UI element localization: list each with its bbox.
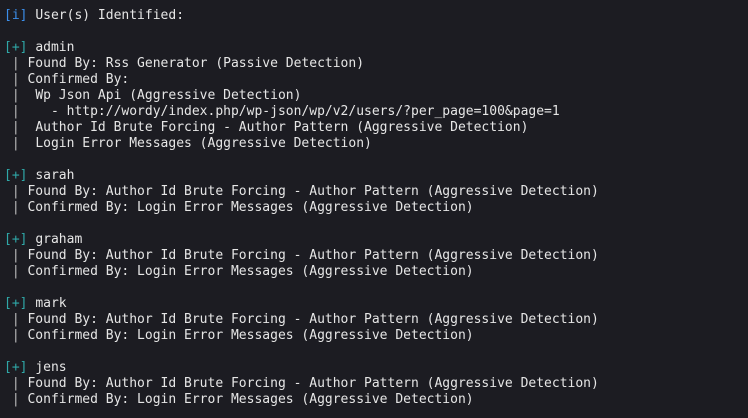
tree-prefix: | — [4, 376, 28, 391]
detail-text: Found By: Author Id Brute Forcing - Auth… — [27, 312, 599, 327]
user-detail-line: | Found By: Author Id Brute Forcing - Au… — [4, 376, 599, 392]
tree-prefix: | — [4, 248, 28, 263]
section-title: User(s) Identified: — [35, 8, 185, 23]
detail-text: Login Error Messages (Aggressive Detecti… — [35, 136, 372, 151]
user-entry-header: [+] graham — [4, 232, 599, 248]
users-list: [+] admin | Found By: Rss Generator (Pas… — [4, 24, 599, 408]
detail-text: Found By: Author Id Brute Forcing - Auth… — [27, 248, 599, 263]
plus-tag: [+] — [4, 296, 28, 311]
plus-tag: [+] — [4, 40, 28, 55]
user-detail-line: | Confirmed By: Login Error Messages (Ag… — [4, 264, 599, 280]
terminal-output: [i] User(s) Identified: [+] admin | Foun… — [4, 8, 599, 408]
tree-prefix: | — [4, 56, 28, 71]
tree-prefix: | — [4, 200, 28, 215]
user-detail-line: | Found By: Rss Generator (Passive Detec… — [4, 56, 599, 72]
user-entry-header: [+] jens — [4, 360, 599, 376]
detail-text: Confirmed By: Login Error Messages (Aggr… — [27, 392, 474, 407]
user-detail-line: | Confirmed By: Login Error Messages (Ag… — [4, 328, 599, 344]
detail-text: Confirmed By: Login Error Messages (Aggr… — [27, 264, 474, 279]
terminal-window[interactable]: [i] User(s) Identified: [+] admin | Foun… — [0, 0, 748, 418]
user-detail-line: | Confirmed By: Login Error Messages (Ag… — [4, 200, 599, 216]
section-header: [i] User(s) Identified: — [4, 8, 599, 24]
detail-text: Wp Json Api (Aggressive Detection) — [35, 88, 302, 103]
detail-text: Confirmed By: Login Error Messages (Aggr… — [27, 328, 474, 343]
detail-text: Found By: Rss Generator (Passive Detecti… — [27, 56, 365, 71]
user-detail-line: | Wp Json Api (Aggressive Detection) — [4, 88, 599, 104]
tree-prefix: | — [4, 328, 28, 343]
username: graham — [35, 232, 83, 247]
detail-text: Confirmed By: — [27, 72, 130, 87]
detail-text: Found By: Author Id Brute Forcing - Auth… — [27, 376, 599, 391]
user-detail-line: | Found By: Author Id Brute Forcing - Au… — [4, 312, 599, 328]
plus-tag: [+] — [4, 232, 28, 247]
tree-prefix: | — [4, 184, 28, 199]
detail-text: Confirmed By: Login Error Messages (Aggr… — [27, 200, 474, 215]
username: sarah — [35, 168, 75, 183]
user-detail-line: | Login Error Messages (Aggressive Detec… — [4, 136, 599, 152]
username: admin — [35, 40, 75, 55]
detail-text: Found By: Author Id Brute Forcing - Auth… — [27, 184, 599, 199]
plus-tag: [+] — [4, 168, 28, 183]
user-entry-header: [+] mark — [4, 296, 599, 312]
tree-prefix: | — [4, 88, 36, 103]
tree-prefix: | — [4, 120, 36, 135]
plus-tag: [+] — [4, 360, 28, 375]
tree-prefix: | — [4, 312, 28, 327]
detail-text: - http://wordy/index.php/wp-json/wp/v2/u… — [43, 104, 560, 119]
tree-prefix: | — [4, 392, 28, 407]
tree-prefix: | — [4, 136, 36, 151]
user-entry-header: [+] admin — [4, 40, 599, 56]
info-tag: [i] — [4, 8, 28, 23]
user-detail-line: | Found By: Author Id Brute Forcing - Au… — [4, 248, 599, 264]
detail-text: Author Id Brute Forcing - Author Pattern… — [35, 120, 529, 135]
tree-prefix: | — [4, 104, 44, 119]
user-detail-line: | Author Id Brute Forcing - Author Patte… — [4, 120, 599, 136]
user-detail-line: | Found By: Author Id Brute Forcing - Au… — [4, 184, 599, 200]
user-detail-line: | - http://wordy/index.php/wp-json/wp/v2… — [4, 104, 599, 120]
tree-prefix: | — [4, 72, 28, 87]
username: mark — [35, 296, 67, 311]
user-detail-line: | Confirmed By: — [4, 72, 599, 88]
tree-prefix: | — [4, 264, 28, 279]
user-entry-header: [+] sarah — [4, 168, 599, 184]
user-detail-line: | Confirmed By: Login Error Messages (Ag… — [4, 392, 599, 408]
username: jens — [35, 360, 67, 375]
